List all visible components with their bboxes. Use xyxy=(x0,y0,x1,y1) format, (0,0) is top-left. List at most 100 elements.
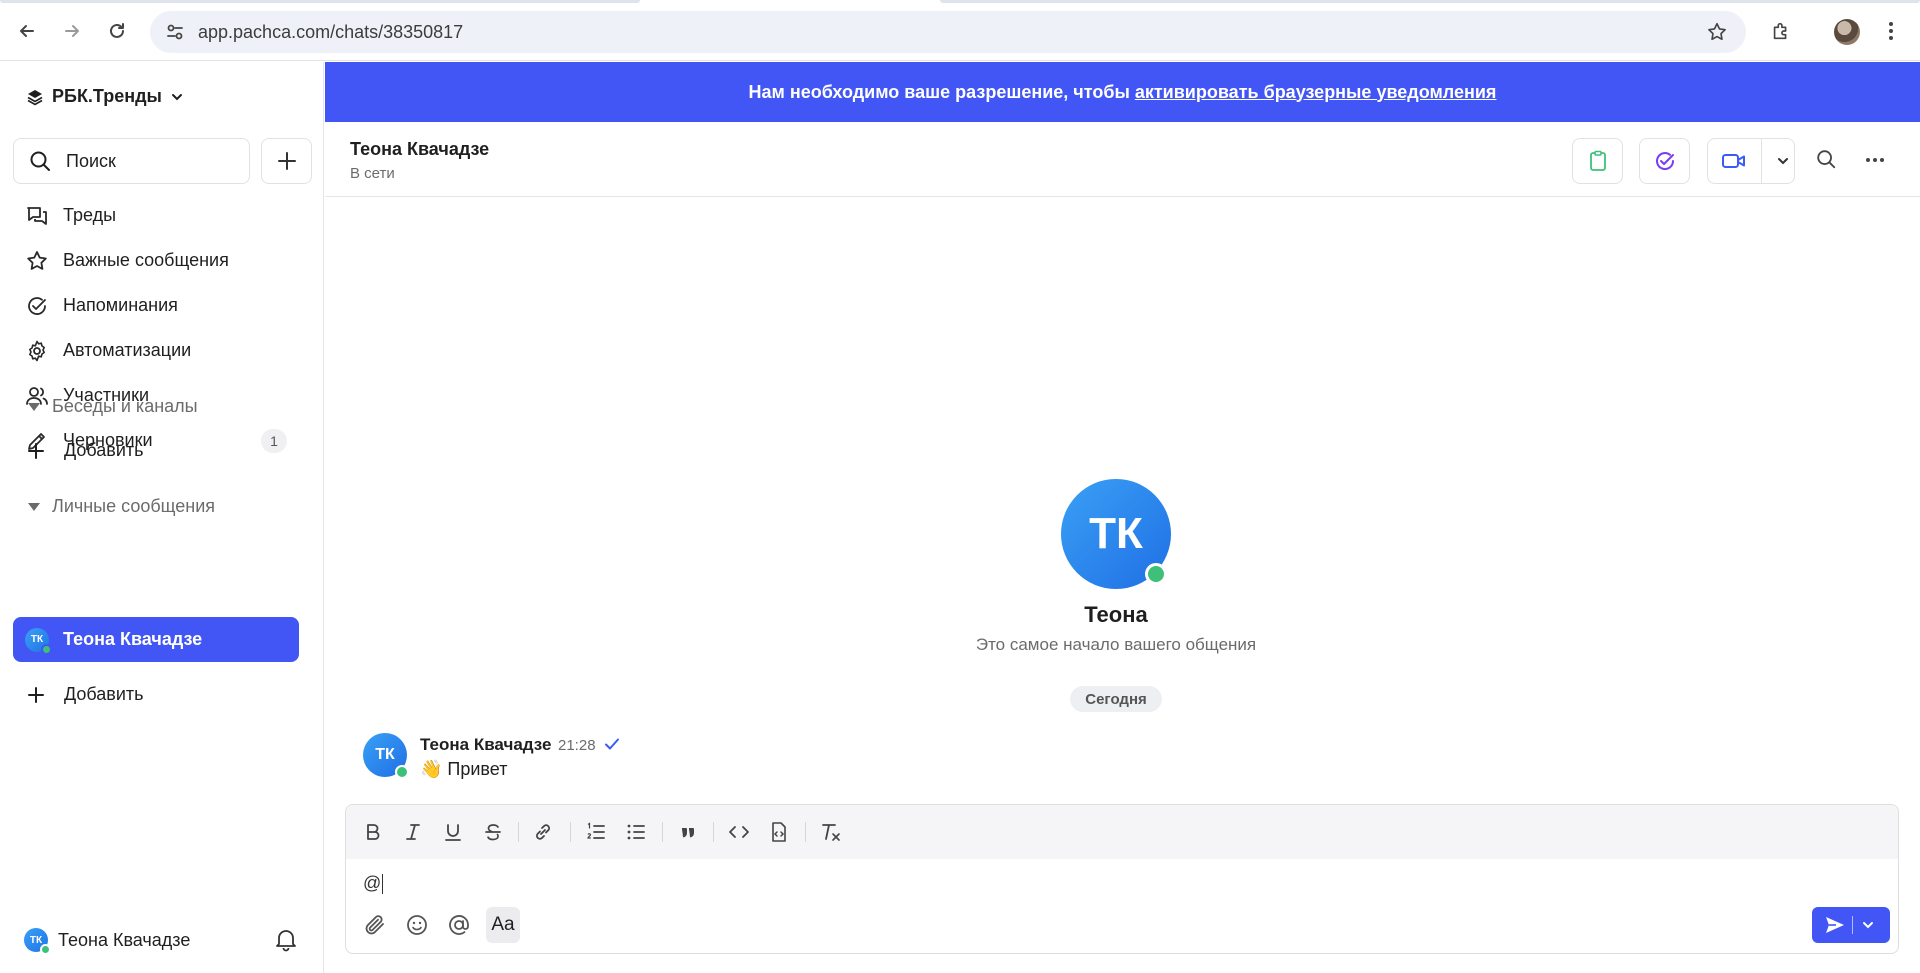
search-icon[interactable] xyxy=(1815,148,1841,174)
tab-strip-edge xyxy=(0,0,640,3)
sidebar: РБК.Тренды Поиск Треды Важные сообщения xyxy=(0,62,324,973)
emoji-smile-icon[interactable] xyxy=(403,911,431,939)
avatar-initials: ТК xyxy=(1089,509,1143,558)
sidebar-item-important[interactable]: Важные сообщения xyxy=(13,238,299,283)
search-placeholder: Поиск xyxy=(66,150,116,171)
bold-icon[interactable] xyxy=(360,819,386,845)
chat-header: Теона Квачадзе В сети xyxy=(325,122,1920,197)
reload-icon[interactable] xyxy=(102,16,132,46)
extensions-icon[interactable] xyxy=(1766,16,1796,46)
video-call-button[interactable] xyxy=(1707,138,1795,184)
mention-at-icon[interactable] xyxy=(445,911,473,939)
new-chat-button[interactable] xyxy=(261,138,312,184)
toolbar-divider xyxy=(518,822,519,842)
send-paper-plane-icon xyxy=(1824,915,1846,935)
browser-menu-icon[interactable] xyxy=(1876,16,1906,46)
star-icon xyxy=(25,249,49,273)
caret-down-icon xyxy=(28,502,40,511)
bell-icon[interactable] xyxy=(273,926,299,952)
message-composer: @ Aa xyxy=(345,804,1899,954)
chevron-down-icon[interactable] xyxy=(1776,154,1790,168)
add-channel-label: Добавить xyxy=(64,440,144,460)
message-author[interactable]: Теона Квачадзе xyxy=(420,735,551,755)
text-caret xyxy=(382,874,384,895)
tasks-button[interactable] xyxy=(1572,138,1623,184)
avatar: ТК xyxy=(24,928,51,955)
toolbar-divider xyxy=(713,822,714,842)
send-divider xyxy=(1852,916,1853,934)
section-channels-label: Беседы и каналы xyxy=(52,396,198,416)
numbered-list-icon[interactable] xyxy=(583,819,609,845)
underline-icon[interactable] xyxy=(440,819,466,845)
tab-strip-edge xyxy=(940,0,1920,3)
toolbar-divider xyxy=(662,822,663,842)
add-dm-button[interactable]: Добавить xyxy=(26,684,144,705)
browser-profile-avatar[interactable] xyxy=(1834,19,1860,45)
attach-paperclip-icon[interactable] xyxy=(361,911,389,939)
check-circle-icon xyxy=(25,294,49,318)
section-channels-toggle[interactable]: Беседы и каналы xyxy=(28,396,198,417)
notification-permission-banner: Нам необходимо ваше разрешение, чтобы ак… xyxy=(325,62,1920,122)
current-user[interactable]: ТК Теона Квачадзе xyxy=(24,928,190,955)
code-icon[interactable] xyxy=(726,819,752,845)
message-input-value[interactable]: @ xyxy=(363,873,381,893)
sidebar-item-reminders[interactable]: Напоминания xyxy=(13,283,299,328)
toolbar-divider xyxy=(805,822,806,842)
divider xyxy=(1761,138,1762,184)
site-settings-icon[interactable] xyxy=(164,21,186,43)
send-button[interactable] xyxy=(1812,907,1890,943)
message-input[interactable]: @ xyxy=(363,873,384,895)
back-icon[interactable] xyxy=(12,16,42,46)
chat-start-avatar: ТК xyxy=(1061,479,1171,589)
caret-down-icon xyxy=(28,402,40,411)
plus-icon xyxy=(26,441,46,461)
formatting-toolbar xyxy=(346,805,1898,859)
sidebar-nav: Треды Важные сообщения Напоминания Автом… xyxy=(13,193,299,463)
quote-icon[interactable] xyxy=(675,819,701,845)
avatar[interactable]: ТК xyxy=(363,733,409,779)
enable-notifications-link[interactable]: активировать браузерные уведомления xyxy=(1135,82,1497,103)
plus-icon xyxy=(276,150,298,172)
sidebar-item-threads[interactable]: Треды xyxy=(13,193,299,238)
chat-status: В сети xyxy=(350,165,395,182)
bookmark-star-icon[interactable] xyxy=(1706,21,1728,43)
avatar-initials: ТК xyxy=(375,746,395,763)
search-input[interactable]: Поиск xyxy=(13,138,250,184)
chevron-down-icon[interactable] xyxy=(1861,918,1875,932)
sidebar-item-label: Напоминания xyxy=(63,295,178,315)
italic-icon[interactable] xyxy=(400,819,426,845)
more-options-icon[interactable] xyxy=(1863,148,1889,174)
toolbar-divider xyxy=(570,822,571,842)
avatar-initials: ТК xyxy=(29,934,43,946)
browser-toolbar: app.pachca.com/chats/38350817 xyxy=(0,0,1920,61)
plus-icon xyxy=(26,685,46,705)
chat-start-name: Теона xyxy=(1084,602,1148,627)
date-separator: Сегодня xyxy=(1070,686,1162,712)
forward-icon[interactable] xyxy=(57,16,87,46)
workspace-switcher[interactable]: РБК.Тренды xyxy=(26,86,184,107)
link-icon[interactable] xyxy=(530,819,556,845)
clear-formatting-icon[interactable] xyxy=(818,819,844,845)
reminders-button[interactable] xyxy=(1639,138,1690,184)
section-direct-label: Личные сообщения xyxy=(52,496,216,516)
drafts-count-badge: 1 xyxy=(261,429,287,453)
add-dm-label: Добавить xyxy=(64,684,144,704)
chat-title[interactable]: Теона Квачадзе xyxy=(350,139,489,160)
banner-text: Нам необходимо ваше разрешение, чтобы xyxy=(748,81,1130,102)
bullet-list-icon[interactable] xyxy=(623,819,649,845)
section-direct-toggle[interactable]: Личные сообщения xyxy=(28,496,215,517)
sidebar-item-label: Важные сообщения xyxy=(63,250,229,270)
add-channel-button[interactable]: Добавить xyxy=(26,440,144,461)
code-block-icon[interactable] xyxy=(766,819,792,845)
chevron-down-icon xyxy=(170,90,184,104)
url-text[interactable]: app.pachca.com/chats/38350817 xyxy=(198,22,463,43)
sidebar-item-label: Автоматизации xyxy=(63,340,192,360)
strikethrough-icon[interactable] xyxy=(480,819,506,845)
check-circle-icon xyxy=(1653,149,1677,173)
message-text: 👋 Привет xyxy=(420,759,508,779)
address-bar[interactable]: app.pachca.com/chats/38350817 xyxy=(150,11,1746,53)
formatting-toggle-button[interactable]: Aa xyxy=(486,907,520,943)
chat-start-subtitle: Это самое начало вашего общения xyxy=(975,635,1257,654)
sidebar-item-automations[interactable]: Автоматизации xyxy=(13,328,299,373)
sidebar-item-label: Треды xyxy=(63,205,117,225)
